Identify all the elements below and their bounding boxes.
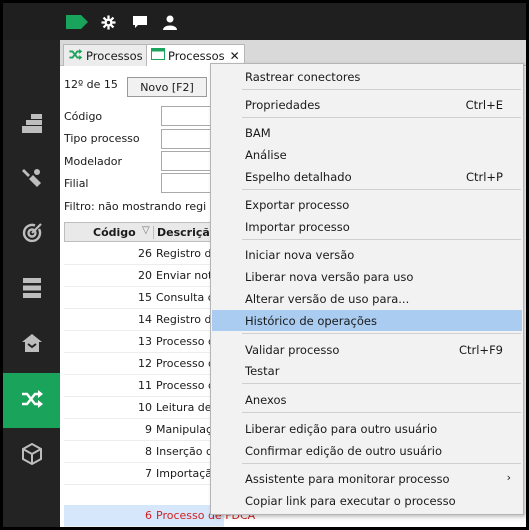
- cell-code: 6: [145, 509, 152, 522]
- table-row[interactable]: 15 Consulta de: [64, 287, 224, 309]
- cell-code: 15: [138, 291, 152, 304]
- sidebar-item-processes[interactable]: [3, 373, 60, 428]
- cell-code: 12: [138, 357, 152, 370]
- menu-item-confirmar-edicao[interactable]: Confirmar edição de outro usuário: [212, 440, 522, 461]
- menu-item-anexos[interactable]: Anexos: [212, 389, 522, 410]
- tab-label: Processos: [86, 48, 143, 63]
- menu-separator: [242, 239, 521, 240]
- home-icon: [21, 333, 43, 356]
- menu-item-alterar-versao[interactable]: Alterar versão de uso para...: [212, 288, 522, 309]
- label-modelador: Modelador: [64, 155, 123, 168]
- menu-item-importar-processo[interactable]: Importar processo: [212, 216, 522, 237]
- label-filial: Filial: [64, 177, 89, 190]
- tag-icon[interactable]: [65, 13, 89, 31]
- menu-separator: [242, 189, 521, 190]
- chevron-right-icon: ›: [506, 471, 511, 484]
- sidebar-item-home[interactable]: [3, 317, 60, 372]
- cube-icon: [21, 442, 42, 468]
- menu-item-liberar-nova-versao[interactable]: Liberar nova versão para uso: [212, 266, 522, 287]
- menu-item-exportar-processo[interactable]: Exportar processo: [212, 194, 522, 215]
- menu-separator: [242, 412, 521, 413]
- table-row[interactable]: 7 Importação: [64, 463, 224, 485]
- table-row[interactable]: 10 Leitura de d: [64, 397, 224, 419]
- menu-separator: [242, 89, 521, 90]
- table-row-selected[interactable]: 6 Processo de FDCA: [64, 505, 255, 527]
- menu-item-espelho-detalhado[interactable]: Espelho detalhado Ctrl+P: [212, 166, 522, 187]
- menu-item-historico-operacoes[interactable]: Histórico de operações: [212, 310, 522, 331]
- table-row[interactable]: 13 Processo de: [64, 331, 224, 353]
- label-tipo-processo: Tipo processo: [64, 132, 140, 145]
- server-icon: [22, 277, 42, 302]
- tab-processos-list[interactable]: Processos: [63, 44, 148, 66]
- user-icon[interactable]: [161, 13, 179, 31]
- column-codigo[interactable]: Código: [93, 226, 136, 239]
- grid-header: Código ▽ Descrição: [64, 222, 224, 242]
- cell-desc: Registro de: [156, 247, 219, 260]
- tab-label: Processos: [168, 48, 225, 63]
- table-row[interactable]: 14 Registro de: [64, 309, 224, 331]
- sidebar-item-tools[interactable]: [3, 152, 60, 207]
- shuffle-icon: [21, 390, 43, 411]
- left-sidebar: [3, 40, 60, 527]
- sidebar-item-server[interactable]: [3, 262, 60, 317]
- top-bar: [3, 3, 526, 40]
- table-row[interactable]: 8 Inserção de: [64, 441, 224, 463]
- table-row[interactable]: 20 Enviar notif: [64, 265, 224, 287]
- gear-icon[interactable]: [99, 13, 117, 31]
- new-button[interactable]: Novo [F2]: [127, 77, 207, 97]
- cell-code: 7: [145, 467, 152, 480]
- column-descricao[interactable]: Descrição: [153, 226, 217, 239]
- table-row[interactable]: 9 Manipulaçã: [64, 419, 224, 441]
- cell-code: 10: [138, 401, 152, 414]
- menu-separator: [242, 333, 521, 334]
- cell-desc: Registro de: [156, 313, 219, 326]
- shuffle-icon: [68, 48, 83, 63]
- table-row[interactable]: 11 Processo de: [64, 375, 224, 397]
- menu-item-iniciar-nova-versao[interactable]: Iniciar nova versão: [212, 244, 522, 265]
- menu-item-assistente-monitorar[interactable]: Assistente para monitorar processo ›: [212, 468, 522, 489]
- cell-code: 11: [138, 379, 152, 392]
- cell-code: 20: [138, 269, 152, 282]
- cell-code: 13: [138, 335, 152, 348]
- cell-code: 14: [138, 313, 152, 326]
- table-row[interactable]: 26 Registro de: [64, 243, 224, 265]
- menu-item-propriedades[interactable]: Propriedades Ctrl+E: [212, 94, 522, 115]
- menu-separator: [242, 463, 521, 464]
- label-codigo: Código: [64, 110, 103, 123]
- sort-icon[interactable]: ▽: [142, 225, 150, 236]
- window-icon: [151, 48, 165, 63]
- menu-item-validar-processo[interactable]: Validar processo Ctrl+F9: [212, 339, 522, 360]
- menu-item-rastrear-conectores[interactable]: Rastrear conectores: [212, 66, 522, 87]
- menu-separator: [242, 383, 521, 384]
- cell-code: 26: [138, 247, 152, 260]
- close-icon[interactable]: ✕: [230, 49, 240, 63]
- context-menu: Rastrear conectores Propriedades Ctrl+E B…: [210, 63, 524, 515]
- record-counter: 12º de 15: [64, 78, 118, 91]
- menu-item-copiar-link[interactable]: Copiar link para executar o processo: [212, 490, 522, 511]
- menu-separator: [242, 117, 521, 118]
- sidebar-item-cube[interactable]: [3, 428, 60, 483]
- cell-code: 8: [145, 445, 152, 458]
- table-row[interactable]: 12 Processo de: [64, 353, 224, 375]
- app-window: Processos Processos ✕ 12º de 15 Novo [F2…: [3, 3, 526, 527]
- sidebar-item-target[interactable]: [3, 207, 60, 262]
- chat-icon[interactable]: [131, 13, 149, 31]
- filter-text: Filtro: não mostrando regi: [64, 200, 207, 213]
- sidebar-item-dashboard[interactable]: [3, 97, 60, 152]
- tools-icon: [21, 167, 43, 192]
- dashboard-icon: [21, 112, 43, 137]
- target-icon: [21, 222, 43, 247]
- menu-item-liberar-edicao[interactable]: Liberar edição para outro usuário: [212, 418, 522, 439]
- cell-code: 9: [145, 423, 152, 436]
- menu-item-bam[interactable]: BAM: [212, 122, 522, 143]
- menu-item-testar[interactable]: Testar: [212, 360, 522, 381]
- menu-item-analise[interactable]: Análise: [212, 144, 522, 165]
